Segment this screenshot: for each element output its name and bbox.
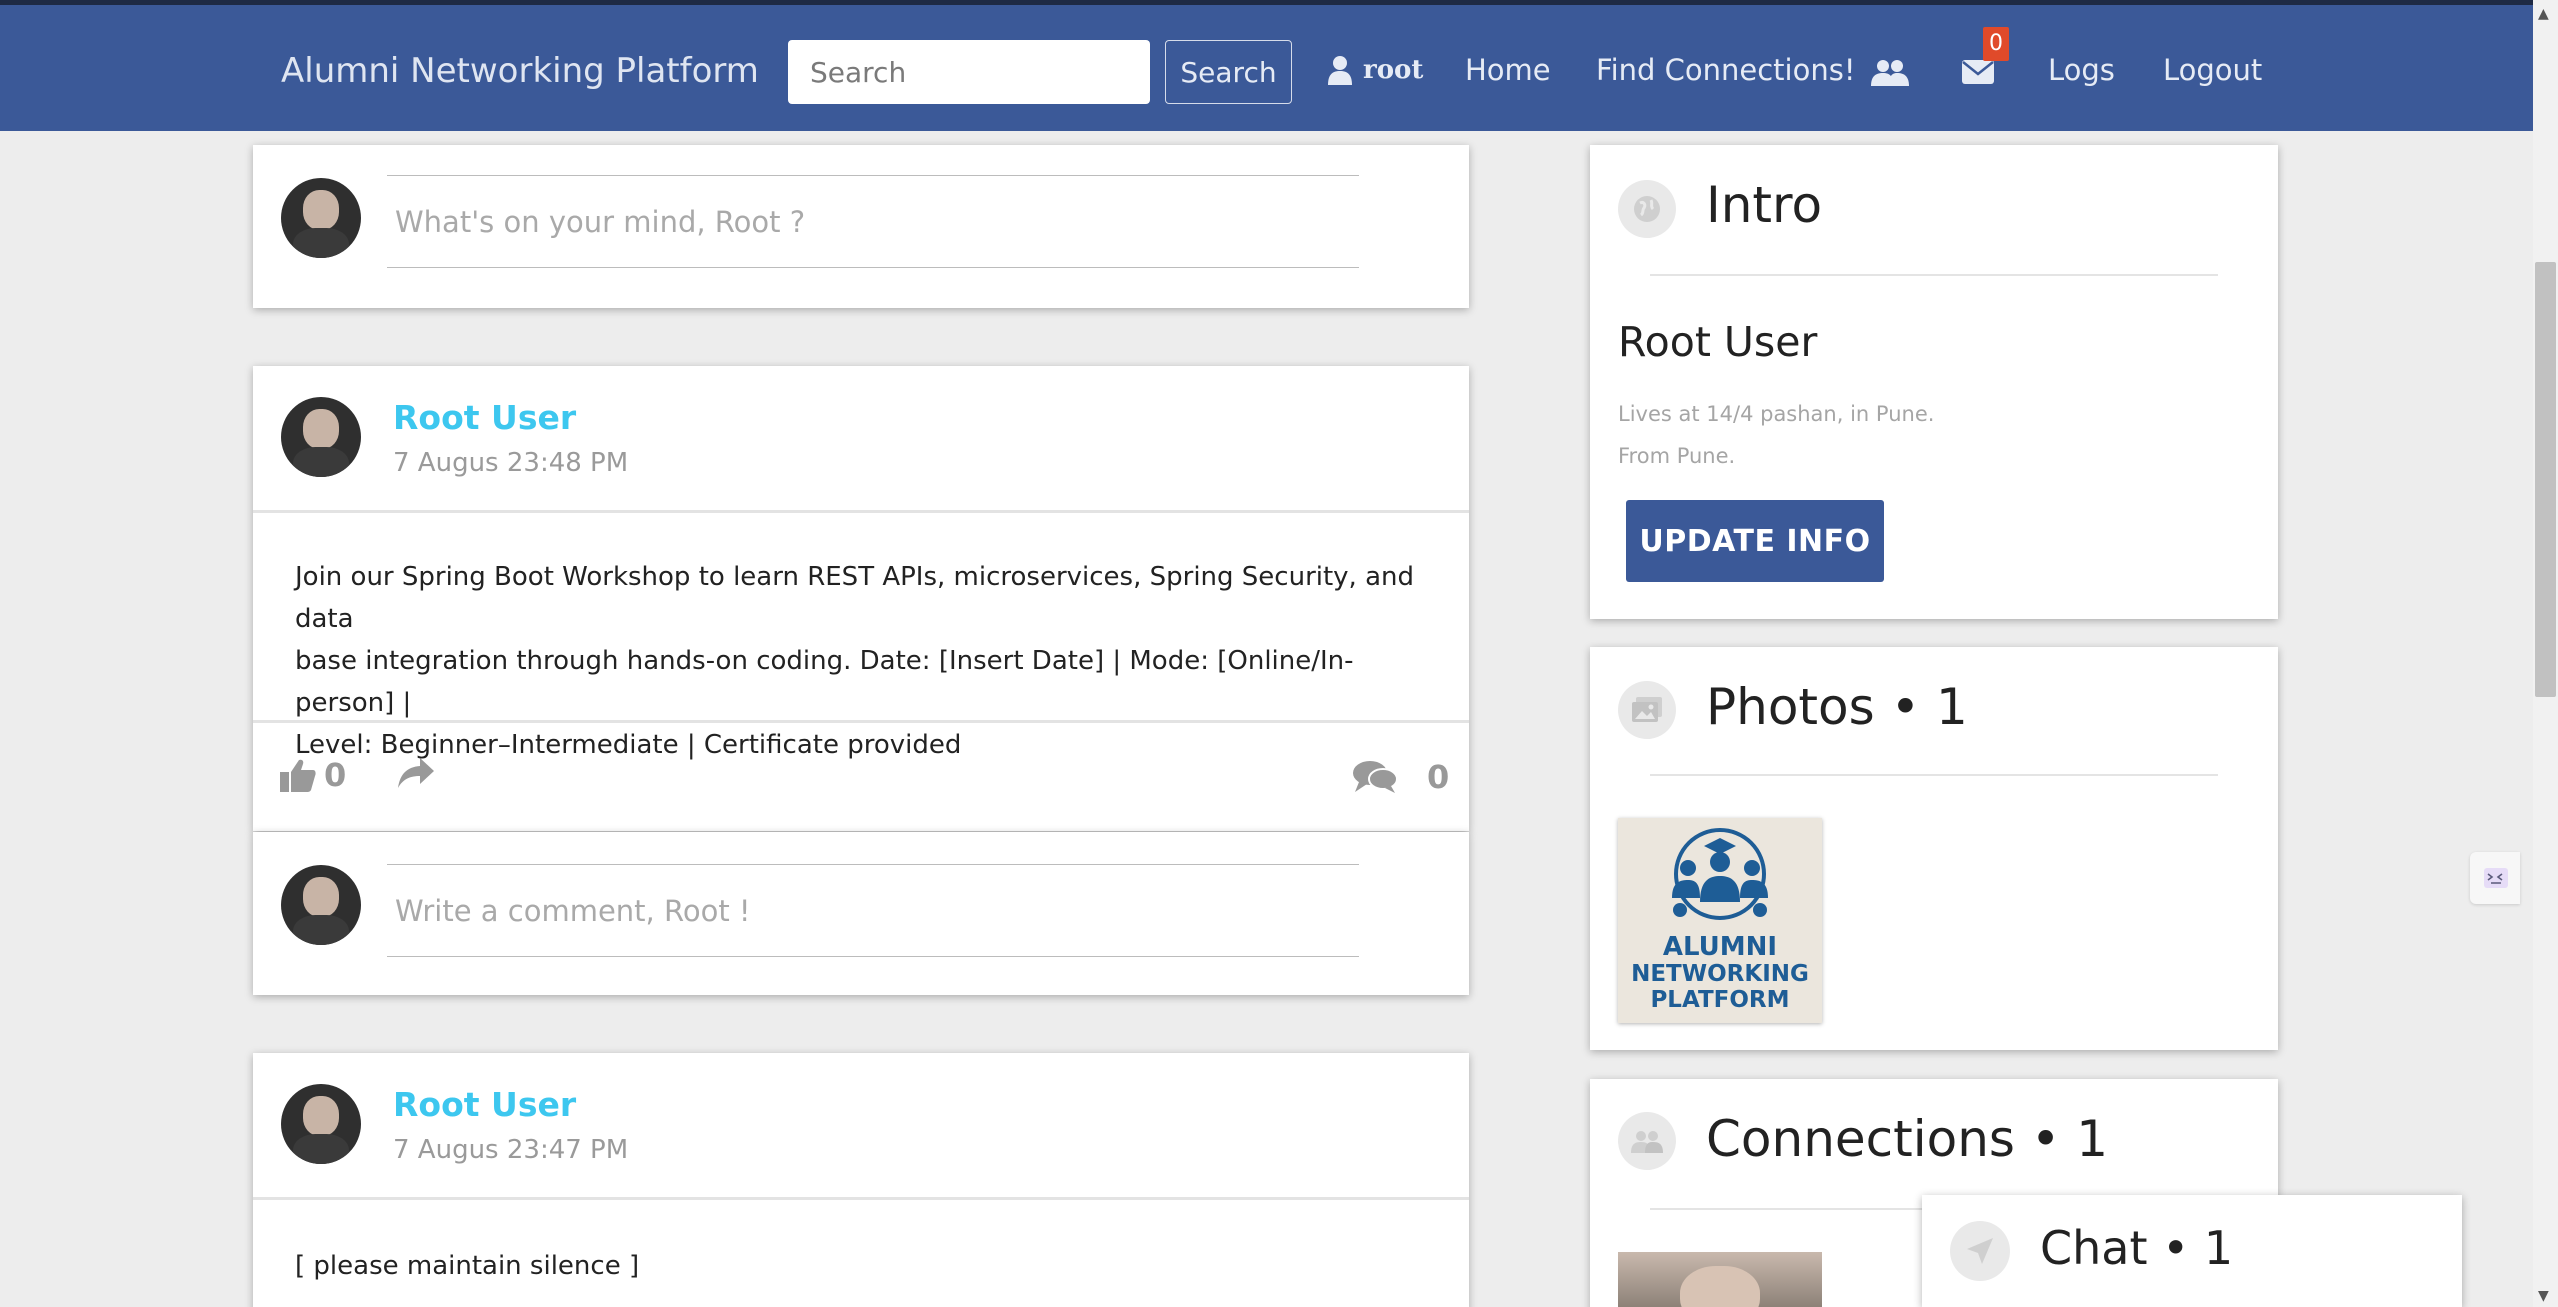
- intro-name: Root User: [1618, 318, 1818, 366]
- chat-panel[interactable]: Chat • 1: [1922, 1195, 2462, 1307]
- share-icon: [398, 758, 434, 788]
- post-composer-card: [253, 145, 1469, 308]
- post-body-line: [ please maintain silence ]: [295, 1251, 640, 1281]
- like-count: 0: [324, 756, 347, 794]
- photos-title: Photos • 1: [1706, 678, 1968, 736]
- image-icon: [1618, 681, 1676, 739]
- post-timestamp: 7 Augus 23:48 PM: [393, 448, 629, 478]
- comment-count: 0: [1427, 758, 1450, 796]
- post-body: Join our Spring Boot Workshop to learn R…: [295, 556, 1435, 766]
- avatar: [281, 1084, 361, 1164]
- globe-icon: [1618, 180, 1676, 238]
- share-button[interactable]: [398, 758, 434, 788]
- logo-text: ALUMNI: [1662, 932, 1778, 962]
- floating-widget[interactable]: [2470, 852, 2520, 904]
- logo-text: PLATFORM: [1650, 987, 1790, 1013]
- update-info-button[interactable]: UPDATE INFO: [1626, 500, 1884, 582]
- post-body: [ please maintain silence ]: [295, 1245, 1435, 1287]
- notification-badge: 0: [1983, 27, 2009, 61]
- comment-input[interactable]: [387, 864, 1359, 957]
- scrollbar-thumb[interactable]: [2535, 262, 2556, 697]
- connection-face: [1680, 1266, 1760, 1307]
- comments-button[interactable]: 0: [1353, 758, 1449, 796]
- status-input[interactable]: [387, 175, 1359, 268]
- send-icon: [1950, 1221, 2010, 1281]
- search-button[interactable]: Search: [1165, 40, 1292, 104]
- nav-find-connections-link[interactable]: Find Connections!: [1596, 53, 1855, 87]
- connections-icon[interactable]: [1871, 58, 1909, 90]
- search-input[interactable]: [788, 40, 1150, 104]
- people-icon: [1618, 1112, 1676, 1170]
- avatar: [281, 865, 361, 945]
- widget-icon: [2484, 868, 2508, 888]
- logo-text: NETWORKING: [1631, 961, 1809, 987]
- top-navbar: Alumni Networking Platform Search root H…: [0, 0, 2533, 131]
- post-divider: [253, 720, 1469, 723]
- post-body-line: Join our Spring Boot Workshop to learn R…: [295, 562, 1415, 634]
- post-divider: [253, 1197, 1469, 1200]
- avatar: [281, 178, 361, 258]
- connections-title: Connections • 1: [1706, 1110, 2109, 1168]
- profile-username: root: [1363, 55, 1424, 85]
- messages-icon[interactable]: [1962, 60, 1994, 88]
- graduates-logo-icon: [1672, 828, 1768, 920]
- post-author-link[interactable]: Root User: [393, 1085, 576, 1124]
- like-button[interactable]: 0: [280, 756, 346, 794]
- photo-thumbnail[interactable]: ALUMNI NETWORKING PLATFORM: [1618, 818, 1822, 1023]
- nav-home-link[interactable]: Home: [1465, 53, 1551, 87]
- post-timestamp: 7 Augus 23:47 PM: [393, 1135, 629, 1165]
- post-divider: [253, 510, 1469, 513]
- brand-title[interactable]: Alumni Networking Platform: [281, 51, 759, 91]
- scroll-up-arrow-icon[interactable]: ▲: [2538, 6, 2549, 22]
- comments-icon: [1353, 761, 1397, 793]
- post-body-line: base integration through hands-on coding…: [295, 646, 1354, 718]
- intro-title: Intro: [1706, 176, 1823, 234]
- nav-logs-link[interactable]: Logs: [2048, 53, 2115, 87]
- post-card: Root User 7 Augus 23:48 PM Join our Spri…: [253, 366, 1469, 831]
- comment-composer-card: [253, 832, 1469, 995]
- thumbs-up-icon: [280, 759, 316, 792]
- scroll-down-arrow-icon[interactable]: ▼: [2538, 1288, 2549, 1304]
- chat-title: Chat • 1: [2040, 1221, 2234, 1275]
- divider: [1650, 774, 2218, 776]
- post-author-link[interactable]: Root User: [393, 398, 576, 437]
- intro-from: From Pune.: [1618, 444, 1736, 468]
- post-card: Root User 7 Augus 23:47 PM [ please main…: [253, 1053, 1469, 1307]
- connection-avatar[interactable]: [1618, 1252, 1822, 1307]
- nav-logout-link[interactable]: Logout: [2163, 53, 2262, 87]
- profile-link[interactable]: root: [1327, 55, 1423, 85]
- post-body-line: Level: Beginner–Intermediate | Certifica…: [295, 730, 962, 760]
- divider: [1650, 274, 2218, 276]
- intro-lives: Lives at 14/4 pashan, in Pune.: [1618, 402, 1935, 426]
- user-icon: [1328, 56, 1352, 85]
- avatar: [281, 397, 361, 477]
